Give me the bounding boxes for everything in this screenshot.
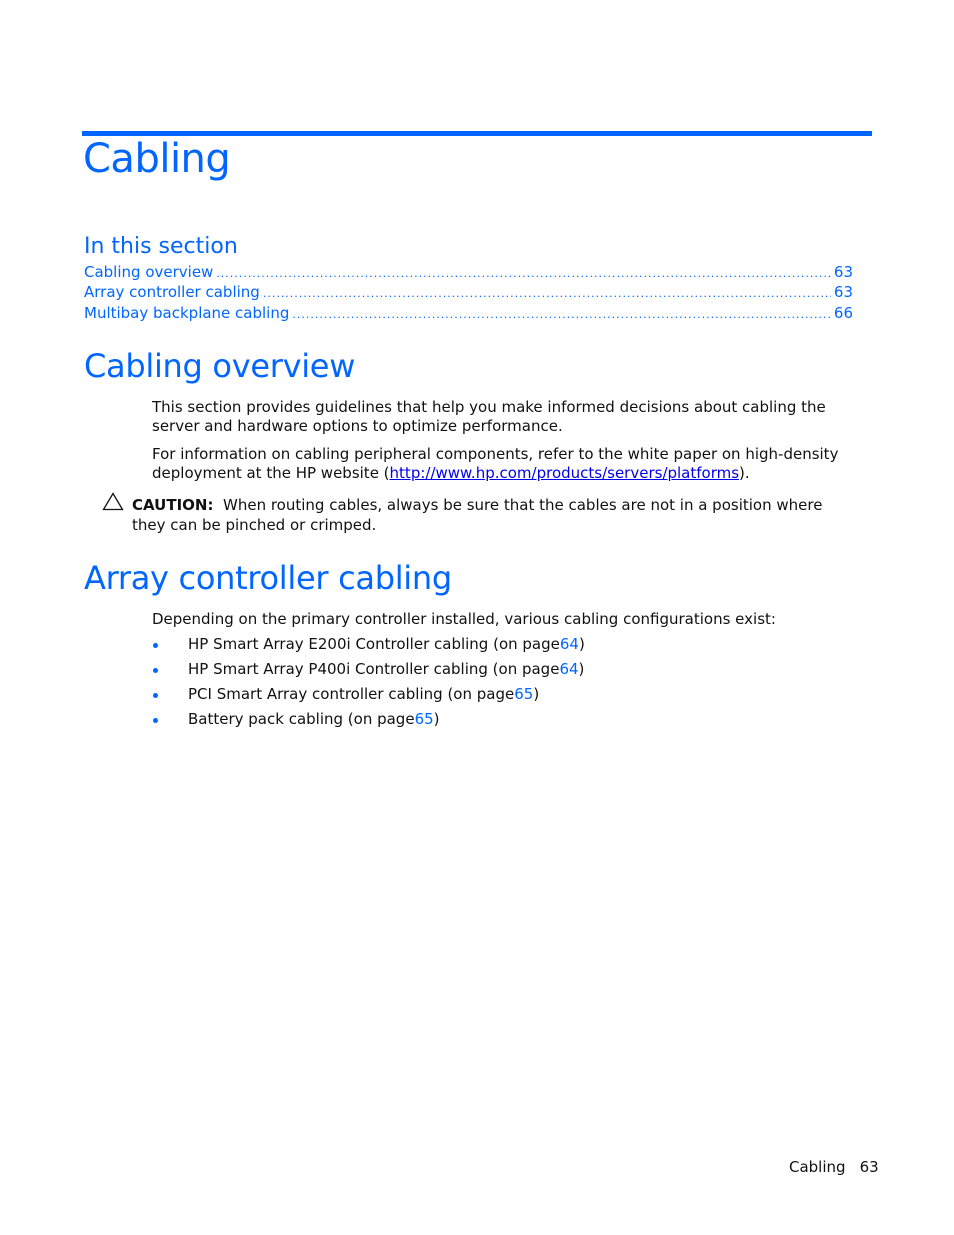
toc-entry-page: 63 (833, 263, 853, 281)
bullet-icon (153, 667, 158, 673)
hp-website-link[interactable]: http://www.hp.com/products/servers/platf… (390, 464, 740, 482)
bullet-icon (153, 717, 158, 723)
overview-paragraph-link: For information on cabling peripheral co… (152, 445, 869, 483)
list-item-text: Battery pack cabling (on page (188, 710, 415, 728)
list-item: HP Smart Array E200i Controller cabling … (152, 634, 585, 659)
page-link[interactable]: 64 (560, 634, 579, 654)
bullet-icon (153, 692, 158, 698)
caution-text: When routing cables, always be sure that… (132, 496, 823, 534)
footer-page-number: 63 (859, 1158, 879, 1176)
list-item-close: ) (433, 710, 440, 728)
chapter-title: Cabling (83, 136, 231, 182)
paragraph-text: ). (739, 464, 750, 482)
toc-entry-page: 63 (833, 283, 853, 301)
page-link[interactable]: 65 (514, 684, 533, 704)
caution-label: CAUTION: (132, 496, 214, 514)
list-item: PCI Smart Array controller cabling (on p… (152, 684, 585, 709)
list-item-text: PCI Smart Array controller cabling (on p… (188, 685, 515, 703)
toc-entry[interactable]: Array controller cabling 63 (84, 283, 853, 301)
list-item: HP Smart Array P400i Controller cabling … (152, 659, 585, 684)
list-item-close: ) (578, 635, 585, 653)
toc-leader-dots (216, 267, 831, 280)
toc-entry-label: Multibay backplane cabling (84, 304, 290, 322)
section-heading-cabling-overview: Cabling overview (84, 347, 356, 385)
toc-entry-page: 66 (833, 304, 853, 322)
page-link[interactable]: 65 (415, 709, 434, 729)
list-item-close: ) (578, 660, 585, 678)
toc-leader-dots (292, 308, 831, 321)
list-item-text: HP Smart Array E200i Controller cabling … (188, 635, 560, 653)
list-item-text: HP Smart Array P400i Controller cabling … (188, 660, 560, 678)
page-link[interactable]: 64 (559, 659, 578, 679)
toc-entry-label: Array controller cabling (84, 283, 260, 301)
list-item-close: ) (533, 685, 540, 703)
overview-paragraph: This section provides guidelines that he… (152, 398, 826, 435)
in-this-section-heading: In this section (84, 234, 238, 259)
list-item: Battery pack cabling (on page 65) (152, 709, 585, 734)
caution-note: CAUTION: When routing cables, always be … (132, 495, 852, 535)
page-footer: Cabling 63 (789, 1158, 879, 1176)
toc-entry-label: Cabling overview (84, 263, 214, 281)
array-intro-paragraph: Depending on the primary controller inst… (152, 610, 776, 628)
toc-entry[interactable]: Multibay backplane cabling 66 (84, 304, 853, 322)
toc-entry[interactable]: Cabling overview 63 (84, 263, 853, 281)
section-heading-array-controller-cabling: Array controller cabling (84, 559, 452, 597)
toc-leader-dots (263, 287, 831, 300)
bullet-icon (153, 642, 158, 648)
caution-triangle-icon (102, 492, 124, 511)
array-cabling-list: HP Smart Array E200i Controller cabling … (152, 634, 585, 734)
footer-section: Cabling (789, 1158, 846, 1176)
